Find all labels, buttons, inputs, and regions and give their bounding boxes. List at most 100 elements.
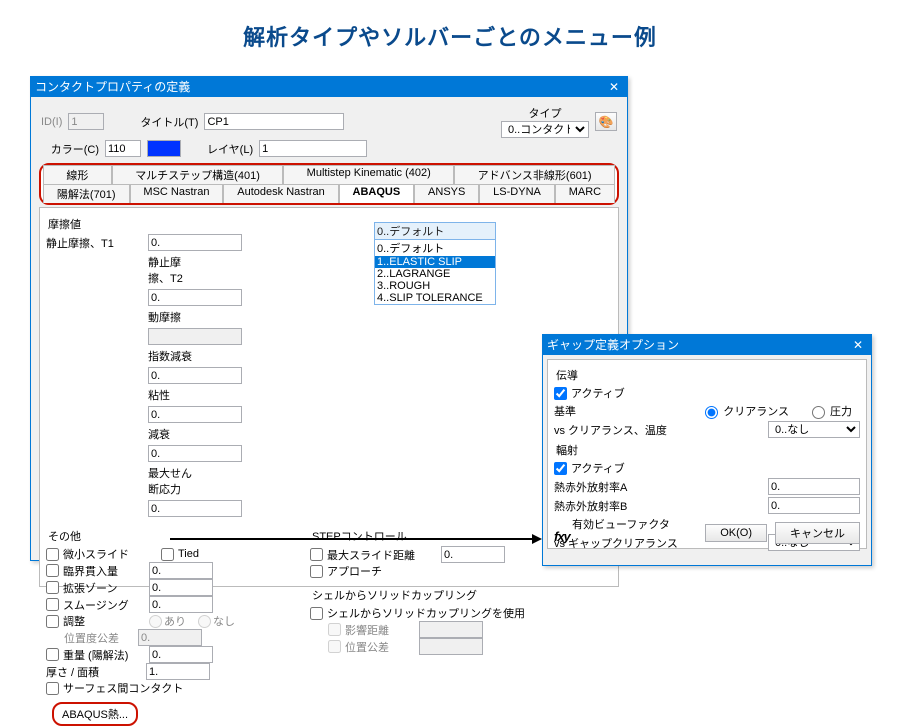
inf-dist-label: 影響距離 [345,622,415,638]
thickness-area-field[interactable] [146,663,210,680]
main-titlebar: コンタクトプロパティの定義 ✕ [31,77,627,97]
friction-opt-0[interactable]: 0..デフォルト [375,240,495,256]
friction-opt-2[interactable]: 2..LAGRANGE [375,268,495,280]
ext-zone-field[interactable] [149,579,213,596]
radiation-section: 輻射 [556,442,860,458]
tab-autodesk-nastran[interactable]: Autodesk Nastran [223,184,338,203]
weight-field[interactable] [149,646,213,663]
adjust-check[interactable] [46,615,59,628]
title-field[interactable] [204,113,344,130]
ext-zone-check[interactable] [46,581,59,594]
tab-marc[interactable]: MARC [555,184,615,203]
penetration-label: 臨界貫入量 [63,563,145,579]
vs-clearance-temp-label: vs クリアランス、温度 [554,422,667,438]
ok-button[interactable]: OK(O) [705,524,767,542]
clearance-radio-label: クリアランス [723,403,789,419]
friction-type-selected[interactable]: 0..デフォルト [375,223,495,240]
id-field [68,113,104,130]
type-label: タイプ [501,105,589,121]
tab-msc-nastran[interactable]: MSC Nastran [130,184,224,203]
small-slide-label: 微小スライド [63,546,129,562]
adjust-no-label: なし [213,613,235,629]
contact-property-dialog: コンタクトプロパティの定義 ✕ ID(I) タイトル(T) タイプ 0..コンタ… [30,76,628,561]
sub-close-icon[interactable]: ✕ [849,335,867,355]
friction-type-dropdown[interactable]: 0..デフォルト 0..デフォルト 1..ELASTIC SLIP 2..LAG… [374,222,496,305]
solver-tabs-highlight: 線形 マルチステップ構造(401) Multistep Kinematic (4… [39,163,619,205]
vs-clearance-temp-select[interactable]: 0..なし [768,421,860,438]
max-slide-dist-check[interactable] [310,548,323,561]
smoothing-check[interactable] [46,598,59,611]
max-slide-dist-field[interactable] [441,546,505,563]
visco-field[interactable] [148,406,242,423]
tied-check[interactable] [161,548,174,561]
max-shear-label: 最大せん断応力 [148,465,198,497]
layer-label: レイヤ(L) [207,141,253,157]
shell-coupling-check[interactable] [310,607,323,620]
thickness-area-label: 厚さ / 面積 [46,664,142,680]
abaqus-thermal-button[interactable]: ABAQUS熱... [52,702,138,726]
palette-icon[interactable]: 🎨 [595,112,617,131]
static-t2-field[interactable] [148,289,242,306]
max-slide-dist-label: 最大スライド距離 [327,547,437,563]
radiation-active-check[interactable] [554,462,567,475]
cancel-button[interactable]: キャンセル [775,522,860,544]
kinetic-label: 動摩擦 [148,309,198,325]
id-label: ID(I) [41,116,62,128]
basis-label: 基準 [554,403,576,419]
inf-dist-field [419,621,483,638]
pressure-radio-label: 圧力 [830,403,852,419]
kinetic-field [148,328,242,345]
tab-explicit-701[interactable]: 陽解法(701) [43,184,130,203]
exp-decay-label: 指数減衰 [148,348,198,364]
pos-tol-label: 位置度公差 [64,630,134,646]
layer-field[interactable] [259,140,367,157]
tab-linear[interactable]: 線形 [43,165,112,184]
conduction-active-check[interactable] [554,387,567,400]
small-slide-check[interactable] [46,548,59,561]
weight-label: 重量 (陽解法) [63,647,145,663]
close-icon[interactable]: ✕ [605,77,623,97]
shell-pos-tol-label: 位置公差 [345,639,415,655]
tab-ansys[interactable]: ANSYS [414,184,479,203]
smoothing-label: スムージング [63,597,145,613]
visco-label: 粘性 [148,387,198,403]
title-label: タイトル(T) [140,114,198,130]
other-section-label: その他 [48,528,296,544]
shell-section-label: シェルからソリッドカップリング [312,587,612,603]
tab-ls-dyna[interactable]: LS-DYNA [479,184,555,203]
pressure-radio[interactable] [812,406,825,419]
emissB-label: 熱赤外放射率B [554,498,627,514]
tab-multistep-401[interactable]: マルチステップ構造(401) [112,165,283,184]
color-swatch[interactable] [147,140,181,157]
static-t1-field[interactable] [148,234,242,251]
emissA-label: 熱赤外放射率A [554,479,627,495]
page-heading: 解析タイプやソルバーごとのメニュー例 [0,0,900,66]
exp-decay-field[interactable] [148,367,242,384]
type-select[interactable]: 0..コンタクト [501,121,589,138]
tied-label: Tied [178,548,199,560]
inf-dist-check [328,623,341,636]
emissB-field[interactable] [768,497,860,514]
penetration-check[interactable] [46,564,59,577]
adjust-yes-radio [149,615,162,628]
radiation-active-label: アクティブ [571,460,625,476]
tab-multistep-402[interactable]: Multistep Kinematic (402) [283,165,454,184]
static-t2-label: 静止摩擦、T2 [148,254,198,286]
tab-adv-nonlinear-601[interactable]: アドバンス非線形(601) [454,165,615,184]
surface-contact-check[interactable] [46,682,59,695]
penetration-field[interactable] [149,562,213,579]
weight-check[interactable] [46,648,59,661]
damp-field[interactable] [148,445,242,462]
emissA-field[interactable] [768,478,860,495]
adjust-no-radio [198,615,211,628]
friction-opt-1[interactable]: 1..ELASTIC SLIP [375,256,495,268]
clearance-radio[interactable] [705,406,718,419]
tab-abaqus[interactable]: ABAQUS [339,184,415,203]
smoothing-field[interactable] [149,596,213,613]
friction-opt-3[interactable]: 3..ROUGH [375,280,495,292]
main-title: コンタクトプロパティの定義 [35,77,190,97]
max-shear-field[interactable] [148,500,242,517]
friction-opt-4[interactable]: 4..SLIP TOLERANCE [375,292,495,304]
approach-check[interactable] [310,565,323,578]
color-field[interactable] [105,140,141,157]
